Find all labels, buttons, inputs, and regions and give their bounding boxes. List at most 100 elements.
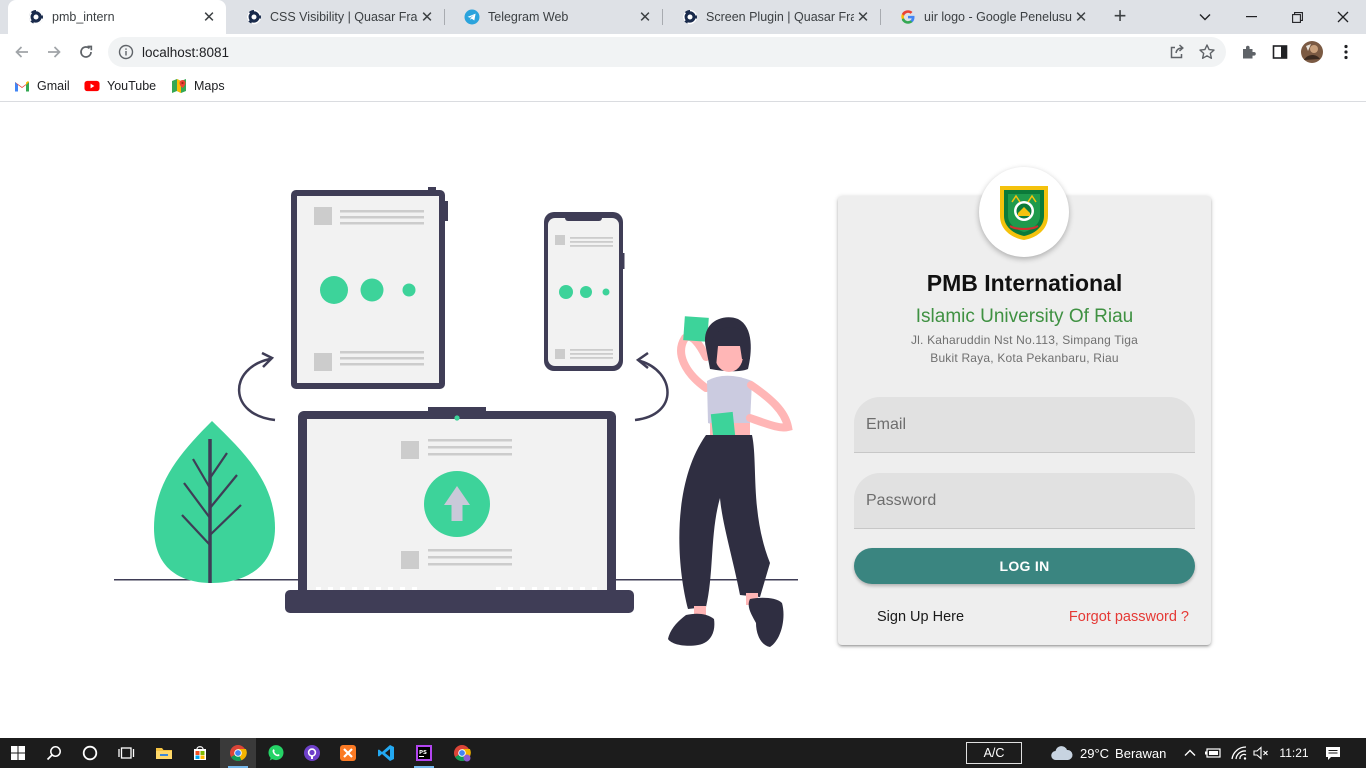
task-view-icon <box>117 747 134 759</box>
battery-icon <box>1205 748 1221 758</box>
taskbar-search-button[interactable] <box>36 738 72 768</box>
vscode-icon <box>378 745 394 761</box>
phone-illustration <box>544 212 625 371</box>
woman-illustration <box>668 316 793 647</box>
profile-avatar[interactable] <box>1298 38 1326 66</box>
gmail-icon <box>14 78 30 94</box>
login-button[interactable]: LOG IN <box>854 548 1195 584</box>
bookmark-youtube[interactable]: YouTube <box>84 76 156 96</box>
taskbar-file-explorer[interactable] <box>146 738 182 768</box>
arrow-right-icon <box>48 46 61 58</box>
tab-css-visibility[interactable]: CSS Visibility | Quasar Framew ✕ <box>226 0 444 34</box>
restore-button[interactable] <box>1274 0 1320 34</box>
close-icon[interactable]: ✕ <box>1072 8 1090 26</box>
taskbar-phpstorm[interactable]: PS <box>406 738 442 768</box>
bookmark-label: Maps <box>194 79 225 93</box>
info-icon[interactable] <box>118 44 134 65</box>
phpstorm-icon: PS <box>416 745 432 761</box>
forward-button[interactable] <box>40 38 68 66</box>
cortana-button[interactable] <box>72 738 108 768</box>
windows-icon <box>11 746 25 760</box>
temperature: 29°C <box>1080 745 1110 761</box>
reload-button[interactable] <box>72 38 100 66</box>
avatar-icon <box>1301 41 1323 63</box>
tab-google-search[interactable]: uir logo - Google Penelusuran ✕ <box>880 0 1098 34</box>
telegram-icon <box>464 9 480 25</box>
address-line-1: Jl. Kaharuddin Nst No.113, Simpang Tiga <box>910 333 1139 347</box>
close-icon[interactable]: ✕ <box>418 8 436 26</box>
university-address: Jl. Kaharuddin Nst No.113, Simpang Tiga … <box>898 331 1151 367</box>
whatsapp-icon <box>268 745 284 761</box>
rotation-arrow-right <box>634 351 669 422</box>
email-field[interactable] <box>854 397 1195 453</box>
taskbar-xampp[interactable] <box>330 738 366 768</box>
card-title: PMB International <box>926 270 1123 296</box>
bookmark-gmail[interactable]: Gmail <box>14 76 70 96</box>
taskbar-vscode[interactable] <box>368 738 404 768</box>
bookmark-star-icon[interactable] <box>1198 43 1216 66</box>
tab-search-button[interactable] <box>1182 0 1228 34</box>
tab-screen-plugin[interactable]: Screen Plugin | Quasar Framew ✕ <box>662 0 880 34</box>
quasar-icon <box>682 9 698 25</box>
university-name: Islamic University Of Riau <box>915 306 1134 327</box>
address-url: localhost:8081 <box>142 45 230 60</box>
arrow-left-icon <box>15 46 28 58</box>
menu-button[interactable] <box>1332 38 1360 66</box>
new-tab-button[interactable]: + <box>1108 5 1132 29</box>
uir-crest-icon <box>1000 186 1048 240</box>
university-logo <box>979 167 1069 257</box>
side-panel-button[interactable] <box>1266 38 1294 66</box>
extensions-button[interactable] <box>1234 38 1262 66</box>
page-content: PMB International Islamic University Of … <box>0 103 1366 738</box>
address-line-2: Bukit Raya, Kota Pekanbaru, Riau <box>930 351 1119 365</box>
taskbar-whatsapp[interactable] <box>258 738 294 768</box>
signup-link[interactable]: Sign Up Here <box>877 609 964 625</box>
minimize-icon <box>1245 16 1257 18</box>
taskbar-store[interactable] <box>182 738 218 768</box>
cortana-icon <box>82 745 98 761</box>
start-button[interactable] <box>0 738 36 768</box>
task-view-button[interactable] <box>108 738 144 768</box>
taskbar-chrome[interactable] <box>220 738 256 768</box>
notification-center-button[interactable] <box>1318 738 1348 768</box>
xampp-icon <box>340 745 356 761</box>
tab-title: Telegram Web <box>488 10 569 24</box>
quasar-icon <box>246 9 262 25</box>
tab-telegram[interactable]: Telegram Web ✕ <box>444 0 662 34</box>
taskbar-github[interactable] <box>294 738 330 768</box>
svg-text:PS: PS <box>419 750 427 756</box>
close-icon[interactable]: ✕ <box>636 8 654 26</box>
password-input[interactable] <box>854 473 1195 528</box>
store-icon <box>194 746 206 760</box>
tab-pmb-intern[interactable]: pmb_intern ✕ <box>8 0 226 34</box>
address-bar[interactable]: localhost:8081 <box>108 37 1226 67</box>
restore-icon <box>1291 11 1303 23</box>
back-button[interactable] <box>8 38 36 66</box>
google-icon <box>900 9 916 25</box>
password-field[interactable] <box>854 473 1195 529</box>
chevron-down-icon <box>1199 14 1211 21</box>
minimize-button[interactable] <box>1228 0 1274 34</box>
tab-title: CSS Visibility | Quasar Framew <box>270 10 418 24</box>
share-icon[interactable] <box>1168 43 1186 66</box>
close-window-button[interactable] <box>1320 0 1366 34</box>
login-card: PMB International Islamic University Of … <box>838 167 1211 645</box>
volume-indicator[interactable] <box>1250 738 1272 768</box>
email-input[interactable] <box>854 397 1195 452</box>
tab-strip: pmb_intern ✕ CSS Visibility | Quasar Fra… <box>0 0 1366 34</box>
taskbar-clock[interactable]: 11:21 <box>1272 738 1316 768</box>
forgot-password-link[interactable]: Forgot password ? <box>1069 609 1189 625</box>
wifi-indicator[interactable] <box>1228 738 1250 768</box>
close-icon[interactable]: ✕ <box>854 8 872 26</box>
close-icon[interactable]: ✕ <box>200 8 218 26</box>
weather-widget[interactable]: 29°C Berawan <box>1050 738 1166 768</box>
tab-title: Screen Plugin | Quasar Framew <box>706 10 854 24</box>
ac-indicator[interactable]: A/C <box>966 742 1022 764</box>
taskbar-chrome-profile[interactable] <box>444 738 480 768</box>
tray-chevron[interactable] <box>1180 738 1200 768</box>
battery-indicator[interactable] <box>1202 738 1224 768</box>
kebab-menu-icon <box>1344 44 1348 60</box>
bookmark-maps[interactable]: Maps <box>171 76 225 96</box>
cloud-icon <box>1051 746 1073 761</box>
rotation-arrow-left <box>237 351 276 422</box>
